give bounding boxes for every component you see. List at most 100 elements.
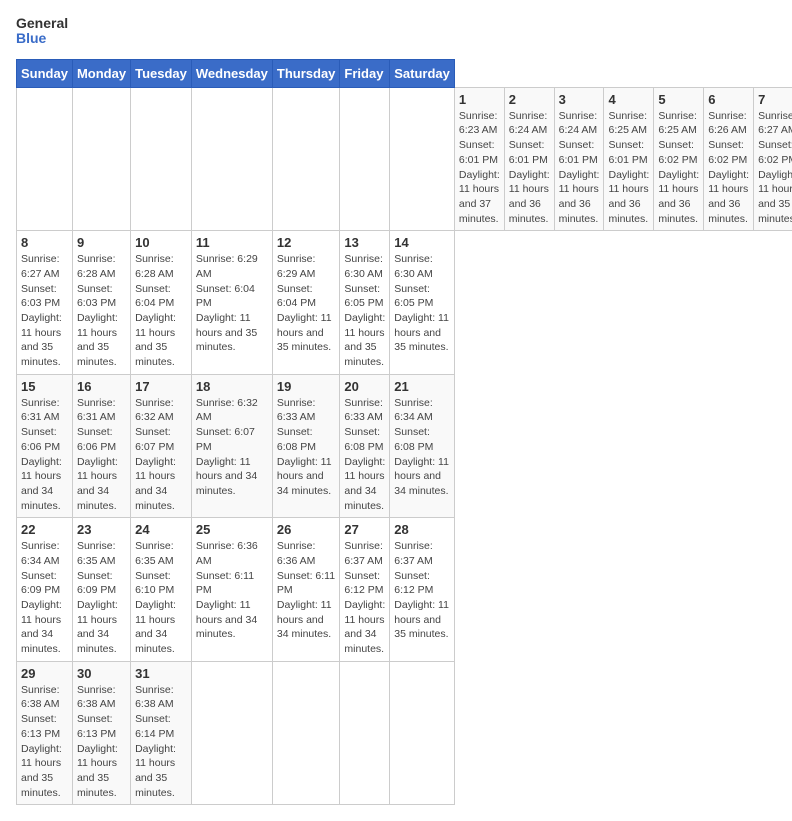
day-number: 17: [135, 379, 187, 394]
day-cell: 29 Sunrise: 6:38 AM Sunset: 6:13 PM Dayl…: [17, 661, 73, 805]
sunset-text: Sunset: 6:05 PM: [344, 282, 385, 311]
col-header-friday: Friday: [340, 59, 390, 87]
day-cell: 31 Sunrise: 6:38 AM Sunset: 6:14 PM Dayl…: [131, 661, 192, 805]
day-number: 26: [277, 522, 336, 537]
sunrise-text: Sunrise: 6:26 AM: [708, 109, 749, 138]
sunrise-text: Sunrise: 6:30 AM: [344, 252, 385, 281]
sunset-text: Sunset: 6:05 PM: [394, 282, 450, 311]
day-number: 5: [658, 92, 699, 107]
day-number: 13: [344, 235, 385, 250]
day-number: 18: [196, 379, 268, 394]
daylight-text: Daylight: 11 hours and 34 minutes.: [196, 455, 268, 499]
daylight-text: Daylight: 11 hours and 35 minutes.: [394, 311, 450, 355]
day-cell: 5 Sunrise: 6:25 AM Sunset: 6:02 PM Dayli…: [654, 87, 704, 231]
day-cell: 9 Sunrise: 6:28 AM Sunset: 6:03 PM Dayli…: [72, 231, 130, 375]
calendar-header-row: SundayMondayTuesdayWednesdayThursdayFrid…: [17, 59, 792, 87]
sunset-text: Sunset: 6:02 PM: [708, 138, 749, 167]
day-cell: [340, 661, 390, 805]
day-number: 10: [135, 235, 187, 250]
sunrise-text: Sunrise: 6:23 AM: [459, 109, 500, 138]
day-cell: [131, 87, 192, 231]
day-number: 19: [277, 379, 336, 394]
page-header: General Blue General Blue: [16, 16, 776, 47]
day-cell: 28 Sunrise: 6:37 AM Sunset: 6:12 PM Dayl…: [390, 518, 455, 662]
col-header-thursday: Thursday: [272, 59, 340, 87]
daylight-text: Daylight: 11 hours and 35 minutes.: [135, 742, 187, 801]
daylight-text: Daylight: 11 hours and 35 minutes.: [394, 598, 450, 642]
day-number: 31: [135, 666, 187, 681]
day-cell: 19 Sunrise: 6:33 AM Sunset: 6:08 PM Dayl…: [272, 374, 340, 518]
sunrise-text: Sunrise: 6:38 AM: [135, 683, 187, 712]
day-number: 1: [459, 92, 500, 107]
day-cell: 10 Sunrise: 6:28 AM Sunset: 6:04 PM Dayl…: [131, 231, 192, 375]
sunset-text: Sunset: 6:03 PM: [21, 282, 68, 311]
sunrise-text: Sunrise: 6:34 AM: [21, 539, 68, 568]
sunrise-text: Sunrise: 6:29 AM: [196, 252, 268, 281]
sunrise-text: Sunrise: 6:35 AM: [135, 539, 187, 568]
col-header-tuesday: Tuesday: [131, 59, 192, 87]
day-number: 9: [77, 235, 126, 250]
week-row-3: 15 Sunrise: 6:31 AM Sunset: 6:06 PM Dayl…: [17, 374, 792, 518]
day-cell: 26 Sunrise: 6:36 AM Sunset: 6:11 PM Dayl…: [272, 518, 340, 662]
day-number: 25: [196, 522, 268, 537]
daylight-text: Daylight: 11 hours and 37 minutes.: [459, 168, 500, 227]
daylight-text: Daylight: 11 hours and 34 minutes.: [394, 455, 450, 499]
day-number: 22: [21, 522, 68, 537]
daylight-text: Daylight: 11 hours and 35 minutes.: [21, 311, 68, 370]
col-header-saturday: Saturday: [390, 59, 455, 87]
week-row-2: 8 Sunrise: 6:27 AM Sunset: 6:03 PM Dayli…: [17, 231, 792, 375]
sunrise-text: Sunrise: 6:33 AM: [344, 396, 385, 425]
sunrise-text: Sunrise: 6:25 AM: [608, 109, 649, 138]
day-number: 2: [509, 92, 550, 107]
daylight-text: Daylight: 11 hours and 35 minutes.: [135, 311, 187, 370]
daylight-text: Daylight: 11 hours and 35 minutes.: [758, 168, 792, 227]
sunset-text: Sunset: 6:12 PM: [344, 569, 385, 598]
daylight-text: Daylight: 11 hours and 36 minutes.: [658, 168, 699, 227]
sunrise-text: Sunrise: 6:33 AM: [277, 396, 336, 425]
sunrise-text: Sunrise: 6:31 AM: [77, 396, 126, 425]
sunset-text: Sunset: 6:06 PM: [21, 425, 68, 454]
week-row-1: 1 Sunrise: 6:23 AM Sunset: 6:01 PM Dayli…: [17, 87, 792, 231]
sunrise-text: Sunrise: 6:36 AM: [196, 539, 268, 568]
daylight-text: Daylight: 11 hours and 34 minutes.: [135, 455, 187, 514]
sunset-text: Sunset: 6:02 PM: [658, 138, 699, 167]
day-number: 23: [77, 522, 126, 537]
day-cell: 14 Sunrise: 6:30 AM Sunset: 6:05 PM Dayl…: [390, 231, 455, 375]
daylight-text: Daylight: 11 hours and 34 minutes.: [344, 455, 385, 514]
daylight-text: Daylight: 11 hours and 36 minutes.: [708, 168, 749, 227]
sunrise-text: Sunrise: 6:28 AM: [135, 252, 187, 281]
day-cell: 4 Sunrise: 6:25 AM Sunset: 6:01 PM Dayli…: [604, 87, 654, 231]
sunset-text: Sunset: 6:13 PM: [77, 712, 126, 741]
day-cell: 23 Sunrise: 6:35 AM Sunset: 6:09 PM Dayl…: [72, 518, 130, 662]
day-cell: 15 Sunrise: 6:31 AM Sunset: 6:06 PM Dayl…: [17, 374, 73, 518]
sunrise-text: Sunrise: 6:35 AM: [77, 539, 126, 568]
daylight-text: Daylight: 11 hours and 34 minutes.: [135, 598, 187, 657]
day-cell: [72, 87, 130, 231]
day-number: 11: [196, 235, 268, 250]
day-number: 8: [21, 235, 68, 250]
col-header-sunday: Sunday: [17, 59, 73, 87]
sunset-text: Sunset: 6:09 PM: [21, 569, 68, 598]
daylight-text: Daylight: 11 hours and 34 minutes.: [196, 598, 268, 642]
daylight-text: Daylight: 11 hours and 35 minutes.: [77, 311, 126, 370]
daylight-text: Daylight: 11 hours and 34 minutes.: [77, 598, 126, 657]
sunset-text: Sunset: 6:11 PM: [196, 569, 268, 598]
sunset-text: Sunset: 6:01 PM: [509, 138, 550, 167]
day-cell: 18 Sunrise: 6:32 AM Sunset: 6:07 PM Dayl…: [191, 374, 272, 518]
daylight-text: Daylight: 11 hours and 35 minutes.: [344, 311, 385, 370]
daylight-text: Daylight: 11 hours and 35 minutes.: [277, 311, 336, 355]
calendar-body: 1 Sunrise: 6:23 AM Sunset: 6:01 PM Dayli…: [17, 87, 792, 805]
sunrise-text: Sunrise: 6:30 AM: [394, 252, 450, 281]
day-number: 3: [559, 92, 600, 107]
sunset-text: Sunset: 6:08 PM: [394, 425, 450, 454]
day-cell: [390, 661, 455, 805]
day-cell: 1 Sunrise: 6:23 AM Sunset: 6:01 PM Dayli…: [454, 87, 504, 231]
day-cell: 7 Sunrise: 6:27 AM Sunset: 6:02 PM Dayli…: [754, 87, 792, 231]
day-cell: 13 Sunrise: 6:30 AM Sunset: 6:05 PM Dayl…: [340, 231, 390, 375]
day-cell: [272, 87, 340, 231]
sunset-text: Sunset: 6:11 PM: [277, 569, 336, 598]
day-cell: 2 Sunrise: 6:24 AM Sunset: 6:01 PM Dayli…: [504, 87, 554, 231]
daylight-text: Daylight: 11 hours and 34 minutes.: [77, 455, 126, 514]
day-cell: [340, 87, 390, 231]
sunset-text: Sunset: 6:08 PM: [277, 425, 336, 454]
